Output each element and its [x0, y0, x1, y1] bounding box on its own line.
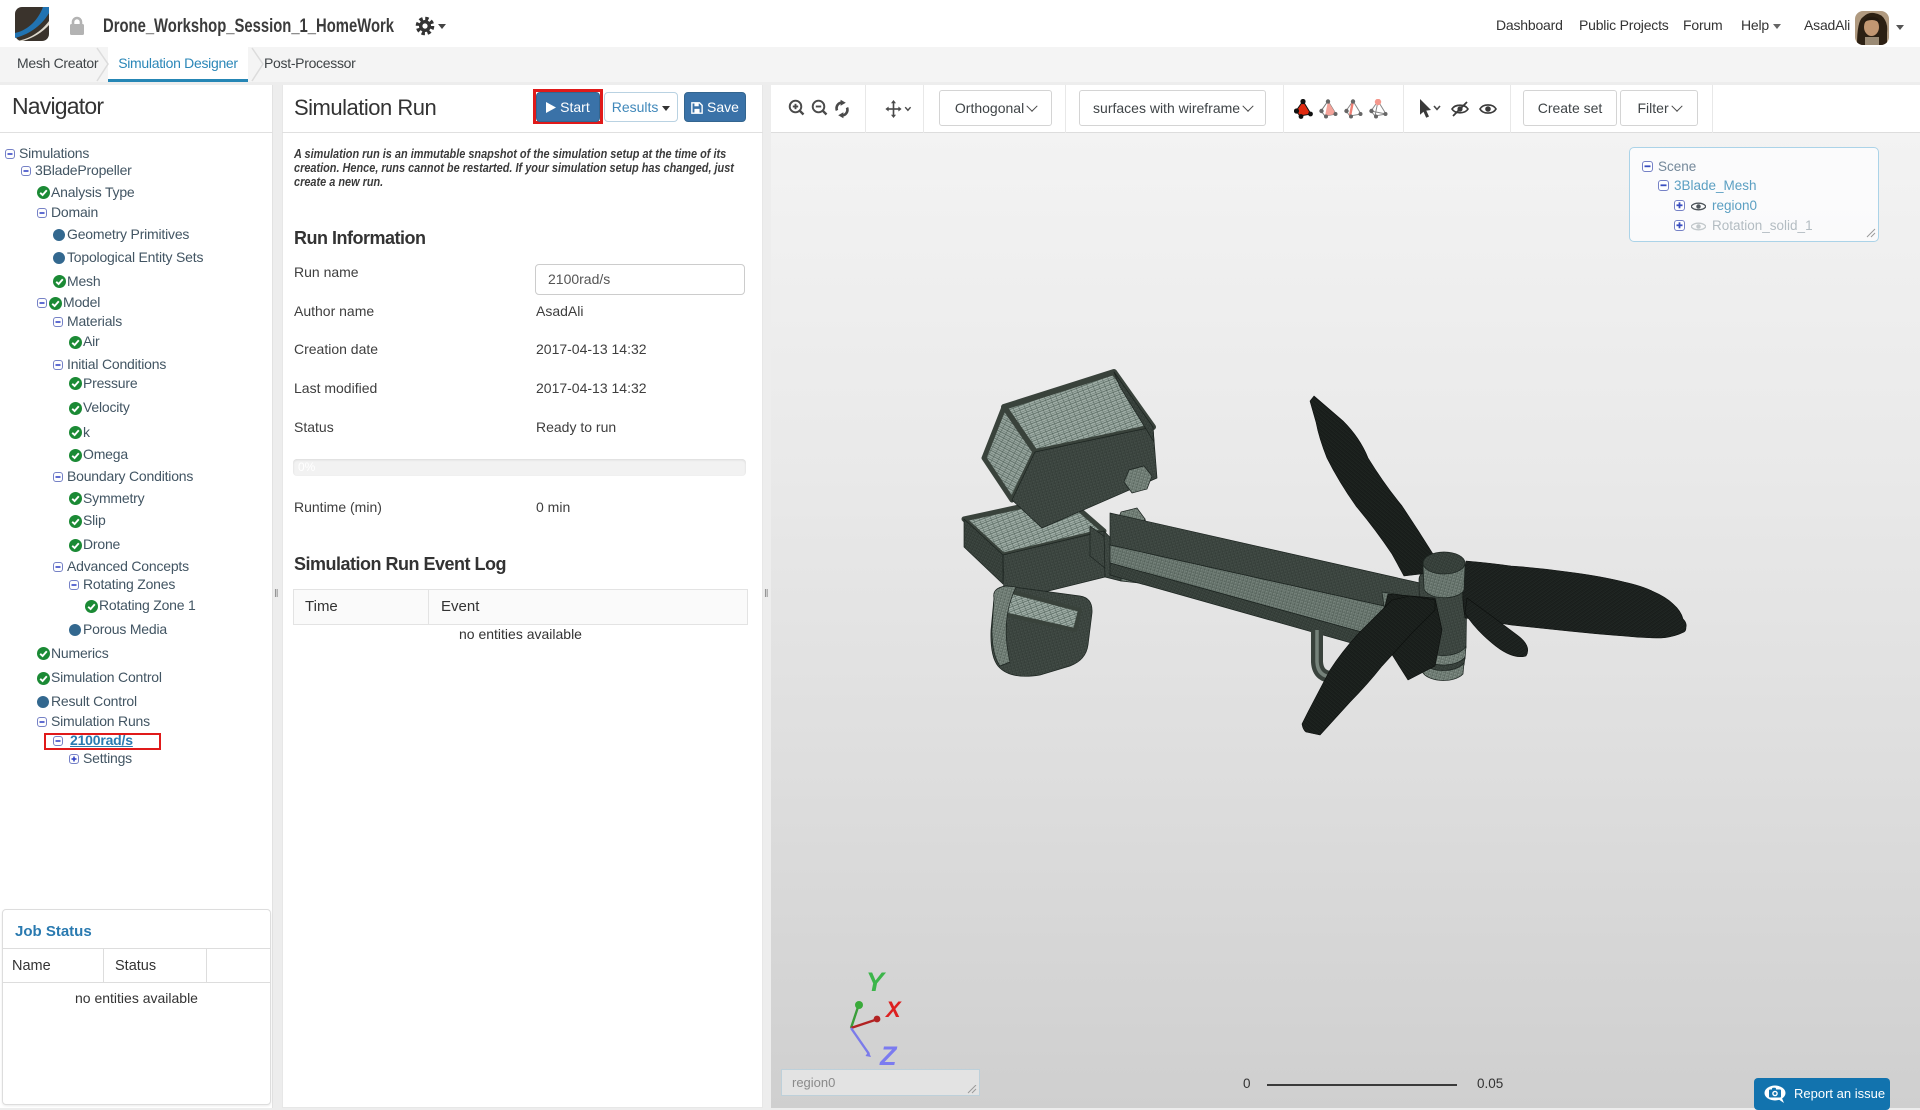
svg-text:Y: Y: [866, 967, 887, 997]
svg-text:X: X: [884, 997, 902, 1022]
svg-text:Z: Z: [879, 1041, 898, 1070]
